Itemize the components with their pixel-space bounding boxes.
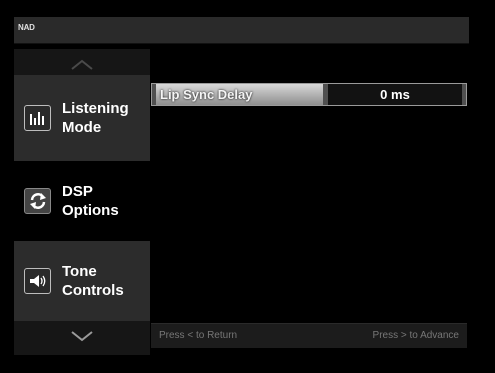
back-hint: Press < to Return (159, 330, 238, 341)
advance-hint: Press > to Advance (372, 330, 459, 341)
sidebar-item-label: Tone Controls (62, 263, 124, 299)
sidebar-menu: Listening Mode DSP Options Tone Controls (14, 49, 150, 355)
lip-sync-delay-row[interactable]: Lip Sync Delay 0 ms (151, 83, 467, 106)
chevron-up-icon[interactable] (70, 59, 94, 71)
top-bar: NAD (14, 17, 469, 44)
sidebar-item-tone-controls[interactable]: Tone Controls (14, 241, 150, 321)
equalizer-icon (24, 105, 51, 131)
sidebar-item-listening-mode[interactable]: Listening Mode (14, 75, 150, 161)
sidebar-item-dsp-options[interactable]: DSP Options (14, 161, 150, 241)
footer-hint-bar: Press < to Return Press > to Advance (151, 323, 467, 348)
chevron-down-icon[interactable] (70, 330, 94, 342)
setting-label: Lip Sync Delay (156, 84, 323, 105)
refresh-cycle-icon (24, 188, 51, 214)
speaker-volume-icon (24, 268, 51, 294)
setting-value[interactable]: 0 ms (328, 84, 462, 105)
sidebar-item-label: DSP Options (62, 183, 119, 219)
sidebar-item-label: Listening Mode (62, 100, 129, 136)
brand-logo: NAD (18, 23, 35, 32)
